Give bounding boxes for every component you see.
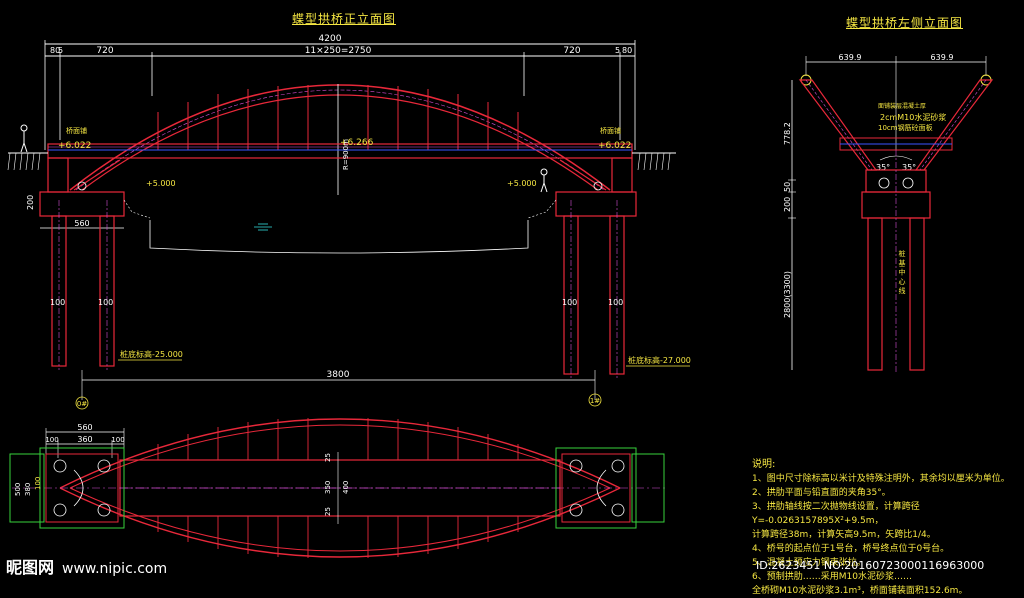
right-deck-label: 桥面铺 bbox=[600, 126, 621, 135]
plan-h100a: 100 bbox=[34, 477, 42, 490]
front-elevation: 4200 80 5 720 11×250=2750 720 5 80 +6.26… bbox=[7, 34, 691, 410]
side-v2: 200 bbox=[783, 197, 792, 212]
left-cap-elev: +5.000 bbox=[146, 179, 176, 188]
dim-left-edge2: 5 bbox=[58, 46, 63, 55]
left-deck-label: 桥面铺 bbox=[66, 126, 87, 135]
notes-block: 说明: 1、图中尺寸除标高以米计及特殊注明外，其余均以厘米为单位。 2、拱肋平面… bbox=[752, 458, 1020, 598]
notes-line: 2、拱肋平面与铅直面的夹角35°。 bbox=[752, 488, 891, 498]
cap-width: 560 bbox=[74, 219, 89, 228]
axis-right: 1# bbox=[590, 397, 600, 405]
plan-w100a: 100 bbox=[45, 436, 58, 444]
watermark-brand: 昵图网 bbox=[6, 558, 55, 577]
side-note-3: 10cm钢筋砼面板 bbox=[878, 123, 933, 132]
side-v1: 778.2 bbox=[783, 122, 792, 145]
side-v3: 50 bbox=[783, 182, 792, 192]
plan-c350: 350 bbox=[324, 481, 332, 494]
plan-c25b: 25 bbox=[324, 507, 332, 516]
right-cap-elev: +5.000 bbox=[507, 179, 537, 188]
dim-middle: 11×250=2750 bbox=[305, 46, 372, 56]
pile-right-1-dim: 100 bbox=[562, 298, 577, 307]
side-angle-right: 35° bbox=[902, 163, 916, 172]
dim-left-span: 720 bbox=[96, 46, 113, 56]
side-elevation-title: 蝶型拱桥左侧立面图 bbox=[846, 16, 964, 30]
plan-w100b: 100 bbox=[111, 436, 124, 444]
notes-line: 4、桥号的起点位于1号台，桥号终点位于0号台。 bbox=[752, 544, 950, 554]
notes-line: 计算跨径38m，计算矢高9.5m，矢跨比1/4。 bbox=[752, 530, 936, 540]
front-elevation-title: 蝶型拱桥正立面图 bbox=[292, 12, 397, 26]
dim-total: 4200 bbox=[319, 34, 342, 44]
plan-view: 560 100 360 100 25 350 25 400 500 380 10… bbox=[9, 418, 668, 558]
notes-heading: 说明: bbox=[752, 459, 776, 470]
notes-line: 6、预制拱肋……采用M10水泥砂浆…… bbox=[752, 572, 912, 582]
axis-left: 0# bbox=[77, 400, 87, 408]
notes-line: 全桥砌M10水泥砂浆3.1m³，桥面铺装面积152.6m。 bbox=[752, 586, 968, 596]
image-id: ID:2623451 NO:20160723000116963000 bbox=[756, 559, 985, 572]
plan-w560: 560 bbox=[77, 423, 92, 432]
side-angle-left: 35° bbox=[876, 163, 890, 172]
plan-h380: 380 bbox=[24, 483, 32, 496]
cap-height: 200 bbox=[26, 195, 35, 210]
side-elevation: 639.9 639.9 面铺装层混凝土厚 2cmM10水泥砂浆 10cm钢筋砼面… bbox=[783, 53, 994, 374]
pile-left-1-dim: 100 bbox=[50, 298, 65, 307]
notes-line: 1、图中尺寸除标高以米计及特殊注明外，其余均以厘米为单位。 bbox=[752, 474, 1010, 484]
notes-line: 3、拱肋轴线按二次抛物线设置，计算跨径Y=-0.0263157895X²+9.5… bbox=[752, 502, 920, 526]
plan-h500: 500 bbox=[14, 483, 22, 496]
right-elevation: +6.022 bbox=[598, 141, 631, 151]
pile-right-2-dim: 100 bbox=[608, 298, 623, 307]
plan-c400: 400 bbox=[342, 481, 350, 494]
side-note-2: 2cmM10水泥砂浆 bbox=[880, 112, 946, 122]
dim-right-span: 720 bbox=[563, 46, 580, 56]
watermark-site: www.nipic.com bbox=[62, 561, 168, 577]
left-elevation: +6.022 bbox=[58, 141, 91, 151]
radius-label: R=900m bbox=[342, 139, 350, 170]
side-left-width: 639.9 bbox=[839, 53, 862, 62]
plan-c25a: 25 bbox=[324, 453, 332, 462]
right-pile-bottom: 桩底标高-27.000 bbox=[628, 355, 691, 365]
pile-left-2-dim: 100 bbox=[98, 298, 113, 307]
span-3800: 3800 bbox=[327, 370, 350, 380]
side-v4: 2800(3300) bbox=[783, 271, 792, 318]
dim-right-edge: 5 bbox=[615, 46, 620, 55]
dim-right-edge2: 80 bbox=[622, 46, 632, 55]
left-pile-bottom: 桩底标高-25.000 bbox=[120, 349, 183, 359]
watermark: 昵图网 www.nipic.com bbox=[6, 554, 167, 578]
side-pile-note: 桩 基 中 心 线 bbox=[898, 249, 906, 294]
plan-w360: 360 bbox=[77, 435, 92, 444]
side-note-1: 面铺装层混凝土厚 bbox=[878, 102, 926, 110]
side-right-width: 639.9 bbox=[931, 53, 954, 62]
